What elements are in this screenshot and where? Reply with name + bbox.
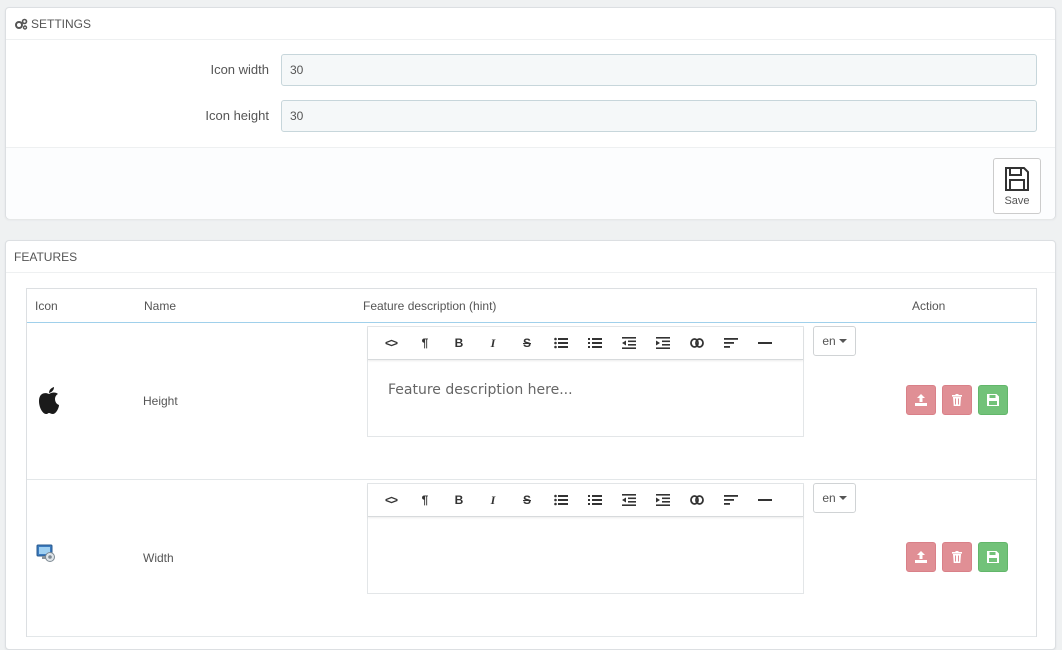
indent-icon	[656, 494, 670, 506]
editor-toolbar: <> ¶ B I S	[368, 327, 803, 360]
column-icon: Icon	[35, 299, 58, 313]
bold-button[interactable]: B	[442, 327, 476, 360]
features-heading: FEATURES	[6, 241, 1055, 273]
ordered-list-icon	[588, 495, 602, 505]
table-row: Height <> ¶ B I S Feature description he…	[27, 323, 1036, 480]
link-button[interactable]	[680, 484, 714, 517]
features-panel: FEATURES Icon Name Feature description (…	[5, 240, 1056, 650]
editor-content[interactable]	[368, 517, 803, 561]
features-title: FEATURES	[14, 249, 78, 264]
column-description: Feature description (hint)	[363, 299, 497, 313]
floppy-disk-icon	[987, 394, 999, 406]
language-dropdown[interactable]: en	[813, 483, 856, 513]
language-label: en	[822, 334, 836, 348]
horizontal-rule-button[interactable]	[748, 327, 782, 360]
save-row-button[interactable]	[978, 385, 1008, 415]
upload-icon	[915, 394, 927, 406]
language-dropdown[interactable]: en	[813, 326, 856, 356]
icon-height-row: Icon height	[6, 100, 1055, 132]
caret-down-icon	[838, 496, 847, 500]
save-button[interactable]: Save	[993, 158, 1041, 214]
settings-title: SETTINGS	[31, 16, 92, 31]
editor-toolbar: <> ¶ B I S	[368, 484, 803, 517]
floppy-disk-icon	[987, 551, 999, 563]
delete-button[interactable]	[942, 385, 972, 415]
save-row-button[interactable]	[978, 542, 1008, 572]
paragraph-button[interactable]: ¶	[408, 327, 442, 360]
code-view-button[interactable]: <>	[374, 484, 408, 517]
row-actions	[906, 385, 1008, 415]
horizontal-rule-button[interactable]	[748, 484, 782, 517]
monitor-icon	[36, 543, 56, 566]
align-left-icon	[724, 495, 738, 505]
save-label: Save	[1004, 194, 1030, 207]
outdent-button[interactable]	[612, 327, 646, 360]
ordered-list-button[interactable]	[578, 327, 612, 360]
upload-icon	[915, 551, 927, 563]
settings-footer: Save	[6, 147, 1055, 219]
trash-icon	[952, 394, 962, 406]
align-button[interactable]	[714, 484, 748, 517]
table-row: Width <> ¶ B I S en	[27, 480, 1036, 637]
link-button[interactable]	[680, 327, 714, 360]
unordered-list-button[interactable]	[544, 484, 578, 517]
settings-heading: SETTINGS	[6, 8, 1055, 40]
italic-button[interactable]: I	[476, 327, 510, 360]
outdent-icon	[622, 337, 636, 349]
outdent-icon	[622, 494, 636, 506]
horizontal-rule-icon	[758, 342, 772, 344]
paragraph-button[interactable]: ¶	[408, 484, 442, 517]
unordered-list-icon	[554, 494, 568, 506]
upload-button[interactable]	[906, 542, 936, 572]
icon-height-label: Icon height	[205, 108, 269, 123]
editor-content[interactable]: Feature description here...	[368, 360, 803, 420]
align-left-icon	[724, 338, 738, 348]
icon-height-input[interactable]	[281, 100, 1037, 132]
column-name: Name	[144, 299, 177, 313]
indent-icon	[656, 337, 670, 349]
horizontal-rule-icon	[758, 499, 772, 501]
indent-button[interactable]	[646, 327, 680, 360]
row-name: Height	[143, 394, 178, 408]
row-actions	[906, 542, 1008, 572]
strikethrough-button[interactable]: S	[510, 327, 544, 360]
trash-icon	[952, 551, 962, 563]
ordered-list-button[interactable]	[578, 484, 612, 517]
unordered-list-icon	[554, 337, 568, 349]
floppy-disk-icon	[1005, 166, 1029, 191]
caret-down-icon	[838, 339, 847, 343]
description-editor[interactable]: <> ¶ B I S	[367, 483, 804, 594]
description-editor[interactable]: <> ¶ B I S	[367, 326, 804, 437]
icon-width-row: Icon width	[6, 54, 1055, 86]
indent-button[interactable]	[646, 484, 680, 517]
cogs-icon	[15, 18, 28, 30]
language-label: en	[822, 491, 836, 505]
icon-width-input[interactable]	[281, 54, 1037, 86]
upload-button[interactable]	[906, 385, 936, 415]
unordered-list-button[interactable]	[544, 327, 578, 360]
code-view-button[interactable]: <>	[374, 327, 408, 360]
bold-button[interactable]: B	[442, 484, 476, 517]
italic-button[interactable]: I	[476, 484, 510, 517]
link-icon	[690, 338, 704, 348]
link-icon	[690, 495, 704, 505]
column-action: Action	[912, 299, 946, 313]
row-name: Width	[143, 551, 174, 565]
icon-width-label: Icon width	[210, 62, 269, 77]
ordered-list-icon	[588, 338, 602, 348]
outdent-button[interactable]	[612, 484, 646, 517]
strikethrough-button[interactable]: S	[510, 484, 544, 517]
features-table: Icon Name Feature description (hint) Act…	[26, 288, 1037, 637]
align-button[interactable]	[714, 327, 748, 360]
table-header: Icon Name Feature description (hint) Act…	[27, 289, 1036, 323]
delete-button[interactable]	[942, 542, 972, 572]
apple-icon	[36, 386, 62, 419]
settings-panel: SETTINGS Icon width Icon height Save	[5, 7, 1056, 219]
